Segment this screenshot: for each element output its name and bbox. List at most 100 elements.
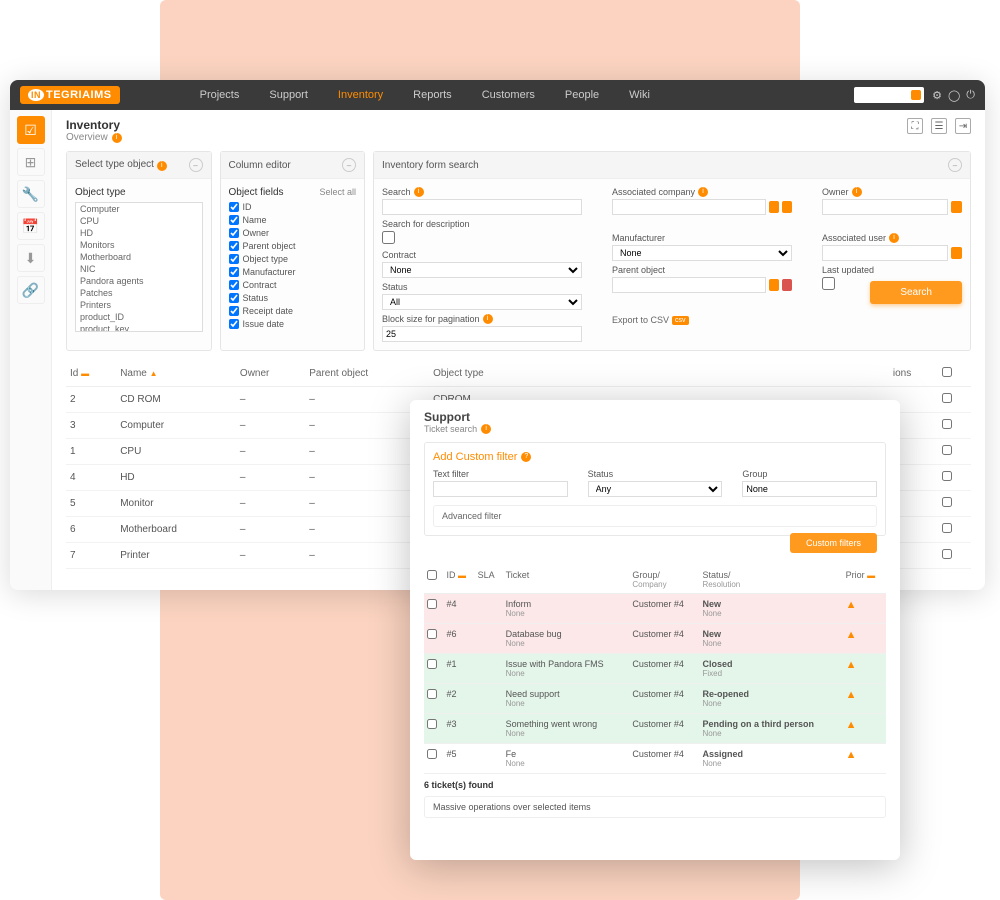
- advanced-filter[interactable]: Advanced filter: [433, 505, 877, 527]
- delete-icon[interactable]: [782, 279, 792, 291]
- text-filter-input[interactable]: [433, 481, 568, 497]
- manufacturer-select[interactable]: None: [612, 245, 792, 261]
- last-updated-checkbox[interactable]: [822, 277, 835, 290]
- col-tk-sla[interactable]: SLA: [475, 566, 503, 594]
- ticket-row[interactable]: #4InformNoneCustomer #4NewNone▲: [424, 594, 886, 624]
- list-icon[interactable]: ☰: [931, 118, 947, 134]
- col-tk-group[interactable]: Group/Company: [629, 566, 699, 594]
- ticket-row[interactable]: #5FeNoneCustomer #4AssignedNone▲: [424, 744, 886, 774]
- field-checkbox[interactable]: [229, 202, 239, 212]
- object-type-item[interactable]: product_key: [76, 323, 202, 332]
- ticket-checkbox[interactable]: [427, 629, 437, 639]
- edit-icon[interactable]: [769, 279, 779, 291]
- row-checkbox[interactable]: [942, 523, 952, 533]
- ticket-row[interactable]: #6Database bugNoneCustomer #4NewNone▲: [424, 624, 886, 654]
- ticket-row[interactable]: #1Issue with Pandora FMSNoneCustomer #4C…: [424, 654, 886, 684]
- status-select[interactable]: All: [382, 294, 582, 310]
- field-checkbox[interactable]: [229, 293, 239, 303]
- field-checkbox[interactable]: [229, 280, 239, 290]
- row-checkbox[interactable]: [942, 445, 952, 455]
- object-type-item[interactable]: Monitors: [76, 239, 202, 251]
- object-type-item[interactable]: Patches: [76, 287, 202, 299]
- field-checkbox[interactable]: [229, 215, 239, 225]
- object-type-item[interactable]: NIC: [76, 263, 202, 275]
- row-checkbox[interactable]: [942, 393, 952, 403]
- nav-people[interactable]: People: [565, 89, 599, 101]
- object-type-item[interactable]: CPU: [76, 215, 202, 227]
- parent-input[interactable]: [612, 277, 766, 293]
- collapse-icon[interactable]: –: [948, 158, 962, 172]
- sidebar-overview-icon[interactable]: ☑: [17, 116, 45, 144]
- nav-inventory[interactable]: Inventory: [338, 89, 383, 101]
- col-tk-prio[interactable]: Prior ▬: [843, 566, 886, 594]
- field-checkbox[interactable]: [229, 228, 239, 238]
- search-button[interactable]: Search: [870, 281, 962, 304]
- nav-customers[interactable]: Customers: [482, 89, 535, 101]
- power-icon[interactable]: ⏻: [966, 89, 975, 102]
- search-input[interactable]: [382, 199, 582, 215]
- row-checkbox[interactable]: [942, 471, 952, 481]
- user-pick-icon[interactable]: [951, 201, 962, 213]
- col-tk-ticket[interactable]: Ticket: [503, 566, 630, 594]
- row-checkbox[interactable]: [942, 549, 952, 559]
- col-owner[interactable]: Owner: [236, 361, 305, 387]
- row-checkbox[interactable]: [942, 497, 952, 507]
- ticket-checkbox[interactable]: [427, 659, 437, 669]
- field-checkbox[interactable]: [229, 267, 239, 277]
- ticket-row[interactable]: #2Need supportNoneCustomer #4Re-openedNo…: [424, 684, 886, 714]
- collapse-icon[interactable]: –: [189, 158, 203, 172]
- ticket-row[interactable]: #3Something went wrongNoneCustomer #4Pen…: [424, 714, 886, 744]
- nav-support[interactable]: Support: [269, 89, 308, 101]
- object-type-item[interactable]: Printers: [76, 299, 202, 311]
- assoc-user-input[interactable]: [822, 245, 948, 261]
- col-type[interactable]: Object type: [429, 361, 549, 387]
- collapse-icon[interactable]: –: [342, 158, 356, 172]
- brand-logo[interactable]: INTEGRIAIMS: [20, 86, 120, 104]
- col-tk-id[interactable]: ID ▬: [443, 566, 474, 594]
- col-checkbox[interactable]: [938, 361, 971, 387]
- select-all-link[interactable]: Select all: [319, 187, 356, 197]
- sidebar-grid-icon[interactable]: ⊞: [17, 148, 45, 176]
- export-csv[interactable]: Export to CSVcsv: [612, 315, 689, 325]
- link-icon[interactable]: [769, 201, 779, 213]
- field-checkbox[interactable]: [229, 319, 239, 329]
- object-type-item[interactable]: product_ID: [76, 311, 202, 323]
- user-icon[interactable]: ◯: [948, 89, 960, 102]
- object-type-item[interactable]: Motherboard: [76, 251, 202, 263]
- add-icon[interactable]: [782, 201, 792, 213]
- sidebar-download-icon[interactable]: ⬇: [17, 244, 45, 272]
- ticket-checkbox[interactable]: [427, 599, 437, 609]
- owner-input[interactable]: [822, 199, 948, 215]
- object-type-item[interactable]: HD: [76, 227, 202, 239]
- ticket-checkbox[interactable]: [427, 719, 437, 729]
- nav-projects[interactable]: Projects: [200, 89, 240, 101]
- object-type-item[interactable]: Computer: [76, 203, 202, 215]
- row-checkbox[interactable]: [942, 419, 952, 429]
- fullscreen-icon[interactable]: ⛶: [907, 118, 923, 134]
- contract-select[interactable]: None: [382, 262, 582, 278]
- col-name[interactable]: Name ▲: [116, 361, 236, 387]
- exit-icon[interactable]: ⇥: [955, 118, 971, 134]
- user-pick-icon[interactable]: [951, 247, 962, 259]
- ticket-checkbox[interactable]: [427, 689, 437, 699]
- search-desc-checkbox[interactable]: [382, 231, 395, 244]
- sitemap-icon[interactable]: ⚙: [932, 89, 942, 102]
- mass-operations[interactable]: Massive operations over selected items: [424, 796, 886, 818]
- field-checkbox[interactable]: [229, 241, 239, 251]
- assoc-company-input[interactable]: [612, 199, 766, 215]
- global-search[interactable]: [854, 87, 924, 103]
- col-tk-check[interactable]: [424, 566, 443, 594]
- col-parent[interactable]: Parent object: [305, 361, 429, 387]
- field-checkbox[interactable]: [229, 306, 239, 316]
- col-id[interactable]: Id ▬: [66, 361, 116, 387]
- sidebar-wrench-icon[interactable]: 🔧: [17, 180, 45, 208]
- object-type-list[interactable]: ComputerCPUHDMonitorsMotherboardNICPando…: [75, 202, 203, 332]
- nav-reports[interactable]: Reports: [413, 89, 452, 101]
- status-filter-select[interactable]: Any: [588, 481, 723, 497]
- block-input[interactable]: [382, 326, 582, 342]
- object-type-item[interactable]: Pandora agents: [76, 275, 202, 287]
- nav-wiki[interactable]: Wiki: [629, 89, 650, 101]
- col-tk-status[interactable]: Status/Resolution: [699, 566, 842, 594]
- sidebar-calendar-icon[interactable]: 📅: [17, 212, 45, 240]
- group-filter-input[interactable]: [742, 481, 877, 497]
